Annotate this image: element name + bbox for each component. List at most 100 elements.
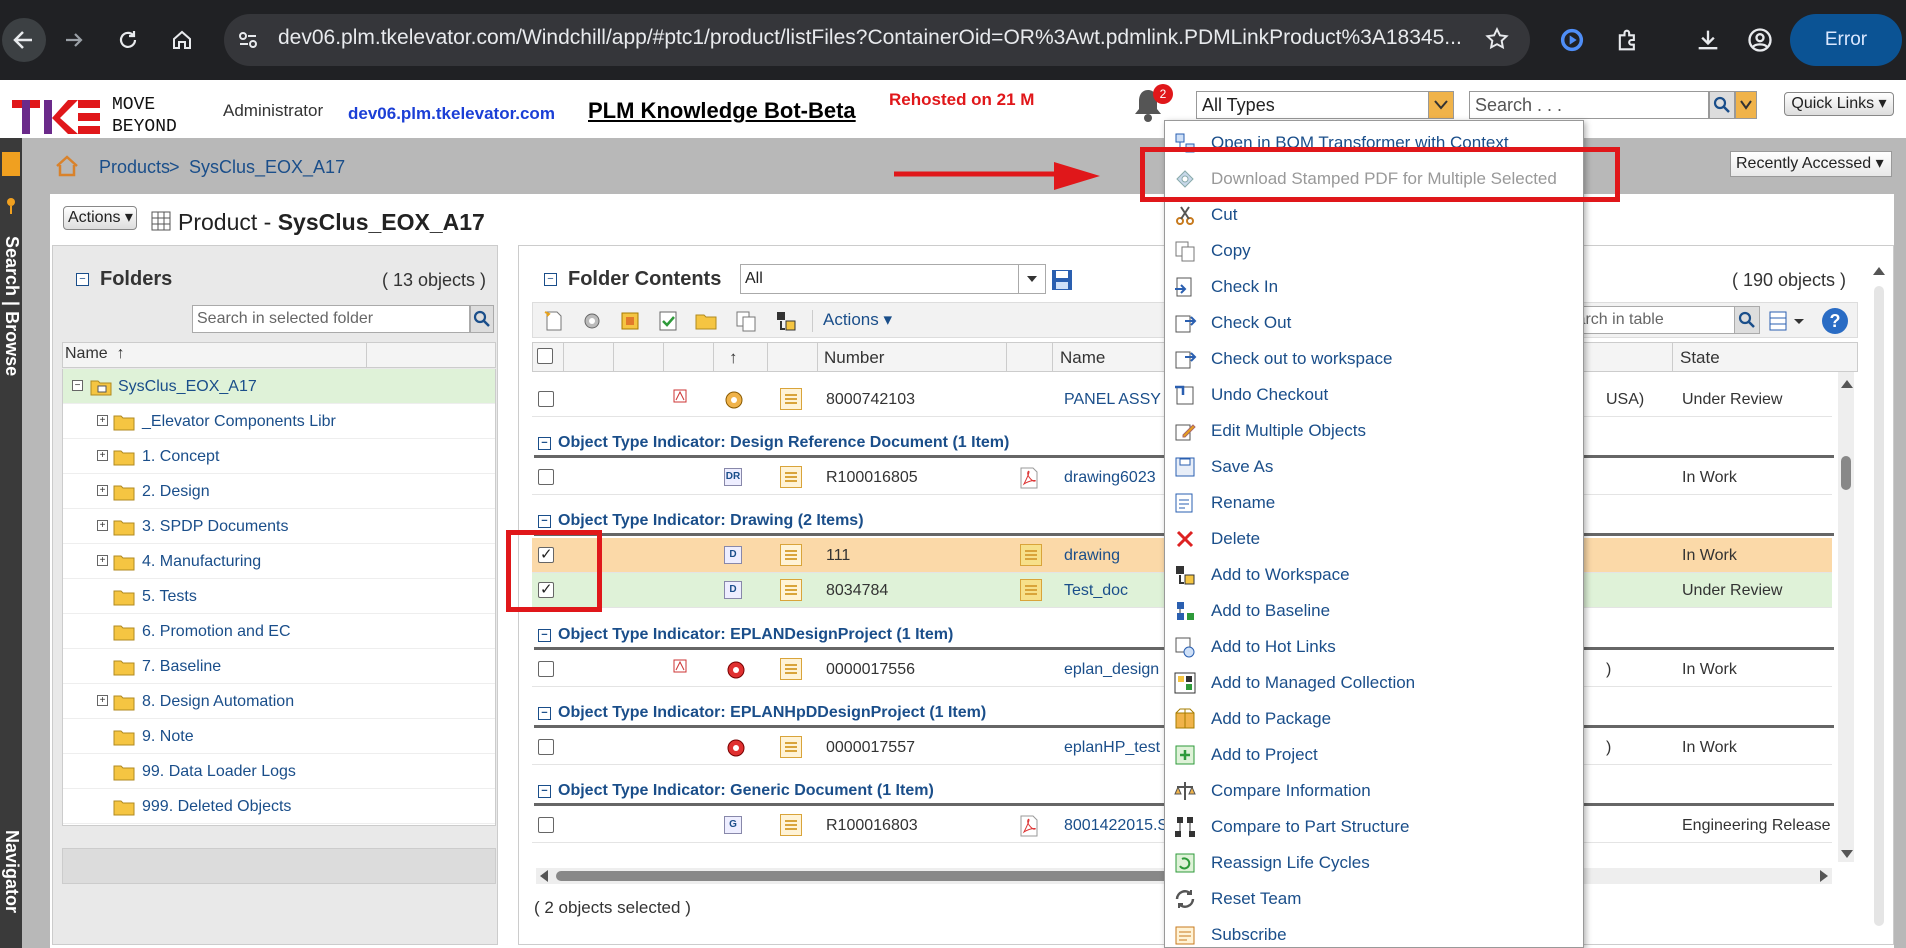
expand-icon[interactable]: + (97, 485, 108, 496)
cell-name[interactable]: eplanHP_test (1064, 739, 1160, 757)
extensions-puzzle-icon[interactable] (1614, 26, 1642, 54)
scroll-up-icon[interactable] (1840, 378, 1854, 390)
recently-accessed-button[interactable]: Recently Accessed ▾ (1730, 151, 1892, 177)
cell-name[interactable]: drawing6023 (1064, 469, 1156, 487)
collapse-icon[interactable]: − (538, 437, 551, 450)
row-checkbox[interactable] (538, 739, 554, 755)
quick-links-button[interactable]: Quick Links ▾ (1784, 92, 1894, 116)
save-view-icon[interactable] (1050, 268, 1074, 292)
navigator-tab[interactable]: Navigator (0, 830, 22, 913)
tree-item-folder[interactable]: + 3. SPDP Documents (63, 509, 495, 544)
row-checkbox[interactable] (538, 817, 554, 833)
sort-column-icon[interactable]: ↑ (729, 348, 738, 368)
menu-item-compare-information[interactable]: Compare Information (1165, 772, 1583, 808)
new-folder-icon[interactable] (694, 309, 718, 333)
info-page-icon[interactable] (780, 388, 802, 410)
collapse-icon[interactable]: − (538, 629, 551, 642)
menu-item-check-in[interactable]: Check In (1165, 268, 1583, 304)
chevron-down-icon[interactable] (1428, 92, 1453, 118)
breadcrumb-current[interactable]: SysClus_EOX_A17 (189, 157, 345, 178)
search-options-chevron-icon[interactable] (1735, 91, 1757, 119)
menu-item-edit-multiple[interactable]: Edit Multiple Objects (1165, 412, 1583, 448)
row-checkbox[interactable] (538, 391, 554, 407)
column-number[interactable]: Number (824, 348, 884, 368)
workspace-add-icon[interactable] (774, 309, 798, 333)
error-button[interactable]: Error (1790, 14, 1902, 66)
menu-item-add-to-package[interactable]: Add to Package (1165, 700, 1583, 736)
forward-button[interactable] (56, 22, 92, 58)
tree-item-folder[interactable]: 99. Data Loader Logs (63, 754, 495, 789)
new-change-icon[interactable] (656, 309, 680, 333)
scroll-left-icon[interactable] (538, 869, 550, 883)
panel-scroll-up-icon[interactable] (1872, 265, 1886, 277)
menu-item-check-out[interactable]: Check Out (1165, 304, 1583, 340)
menu-item-reassign-life-cycles[interactable]: Reassign Life Cycles (1165, 844, 1583, 880)
horizontal-scroll-thumb[interactable] (556, 871, 1176, 881)
info-page-icon[interactable] (780, 736, 802, 758)
extension-icon[interactable] (1558, 26, 1586, 54)
home-icon[interactable] (54, 154, 80, 178)
tree-column-name[interactable]: Name ↑ (65, 345, 125, 363)
scroll-down-icon[interactable] (1840, 848, 1854, 860)
copy-icon[interactable] (734, 309, 758, 333)
pdf-icon[interactable] (1018, 814, 1040, 838)
tree-item-folder[interactable]: 9. Note (63, 719, 495, 754)
info-page-icon[interactable] (780, 814, 802, 836)
table-columns-icon[interactable] (1768, 310, 1808, 332)
search-icon[interactable] (470, 305, 494, 333)
folders-collapse-icon[interactable]: − (76, 273, 89, 286)
profile-icon[interactable] (1746, 26, 1774, 54)
info-page-icon[interactable] (780, 466, 802, 488)
note-icon[interactable] (1020, 544, 1042, 566)
url-text[interactable]: dev06.plm.tkelevator.com/Windchill/app/#… (278, 26, 1468, 50)
folder-search-input[interactable]: Search in selected folder (192, 305, 470, 333)
tree-item-folder[interactable]: + _Elevator Components Libr (63, 404, 495, 439)
pdf-icon[interactable] (1018, 466, 1040, 490)
tree-item-root[interactable]: − SysClus_EOX_A17 (63, 369, 495, 404)
cell-name[interactable]: PANEL ASSY (1064, 391, 1161, 409)
note-icon[interactable] (1020, 579, 1042, 601)
cell-name[interactable]: Test_doc (1064, 582, 1128, 600)
collapse-icon[interactable]: − (538, 707, 551, 720)
navigator-expand-icon[interactable] (2, 152, 20, 176)
collapse-icon[interactable]: − (72, 380, 83, 391)
menu-item-add-to-hot-links[interactable]: Add to Hot Links (1165, 628, 1583, 664)
select-all-checkbox[interactable] (537, 348, 553, 364)
new-part-icon[interactable] (580, 309, 604, 333)
menu-item-add-to-baseline[interactable]: Add to Baseline (1165, 592, 1583, 628)
expand-icon[interactable]: + (97, 555, 108, 566)
row-checkbox[interactable] (538, 661, 554, 677)
vertical-scrollbar[interactable] (1838, 372, 1854, 862)
menu-item-copy[interactable]: Copy (1165, 232, 1583, 268)
vertical-scroll-thumb[interactable] (1841, 456, 1851, 490)
new-document-icon[interactable] (542, 309, 566, 333)
cell-name[interactable]: eplan_design (1064, 661, 1159, 679)
menu-item-undo-checkout[interactable]: Undo Checkout (1165, 376, 1583, 412)
menu-item-reset-team[interactable]: Reset Team (1165, 880, 1583, 916)
column-name[interactable]: Name (1060, 348, 1105, 368)
site-info-icon[interactable] (236, 28, 260, 52)
expand-icon[interactable]: + (97, 415, 108, 426)
expand-icon[interactable]: + (97, 450, 108, 461)
tree-item-folder[interactable]: + 4. Manufacturing (63, 544, 495, 579)
table-actions-button[interactable]: Actions ▾ (823, 310, 892, 330)
menu-item-rename[interactable]: Rename (1165, 484, 1583, 520)
breadcrumb-products[interactable]: Products (99, 157, 170, 178)
help-icon[interactable]: ? (1822, 308, 1848, 334)
contents-collapse-icon[interactable]: − (544, 273, 557, 286)
download-icon[interactable] (1694, 26, 1722, 54)
expand-icon[interactable]: + (97, 520, 108, 531)
panel-vertical-scrollbar[interactable] (1874, 286, 1884, 926)
tree-item-folder[interactable]: 5. Tests (63, 579, 495, 614)
back-button[interactable] (2, 18, 46, 62)
scroll-right-icon[interactable] (1818, 869, 1830, 883)
search-icon[interactable] (1734, 306, 1760, 334)
tree-item-folder[interactable]: + 2. Design (63, 474, 495, 509)
collapse-icon[interactable]: − (538, 515, 551, 528)
menu-item-add-to-managed-collection[interactable]: Add to Managed Collection (1165, 664, 1583, 700)
search-icon[interactable] (1709, 91, 1735, 119)
menu-item-compare-part-structure[interactable]: Compare to Part Structure (1165, 808, 1583, 844)
type-filter-select[interactable]: All Types (1196, 91, 1454, 119)
page-actions-button[interactable]: Actions ▾ (63, 206, 137, 230)
home-button[interactable] (164, 22, 200, 58)
